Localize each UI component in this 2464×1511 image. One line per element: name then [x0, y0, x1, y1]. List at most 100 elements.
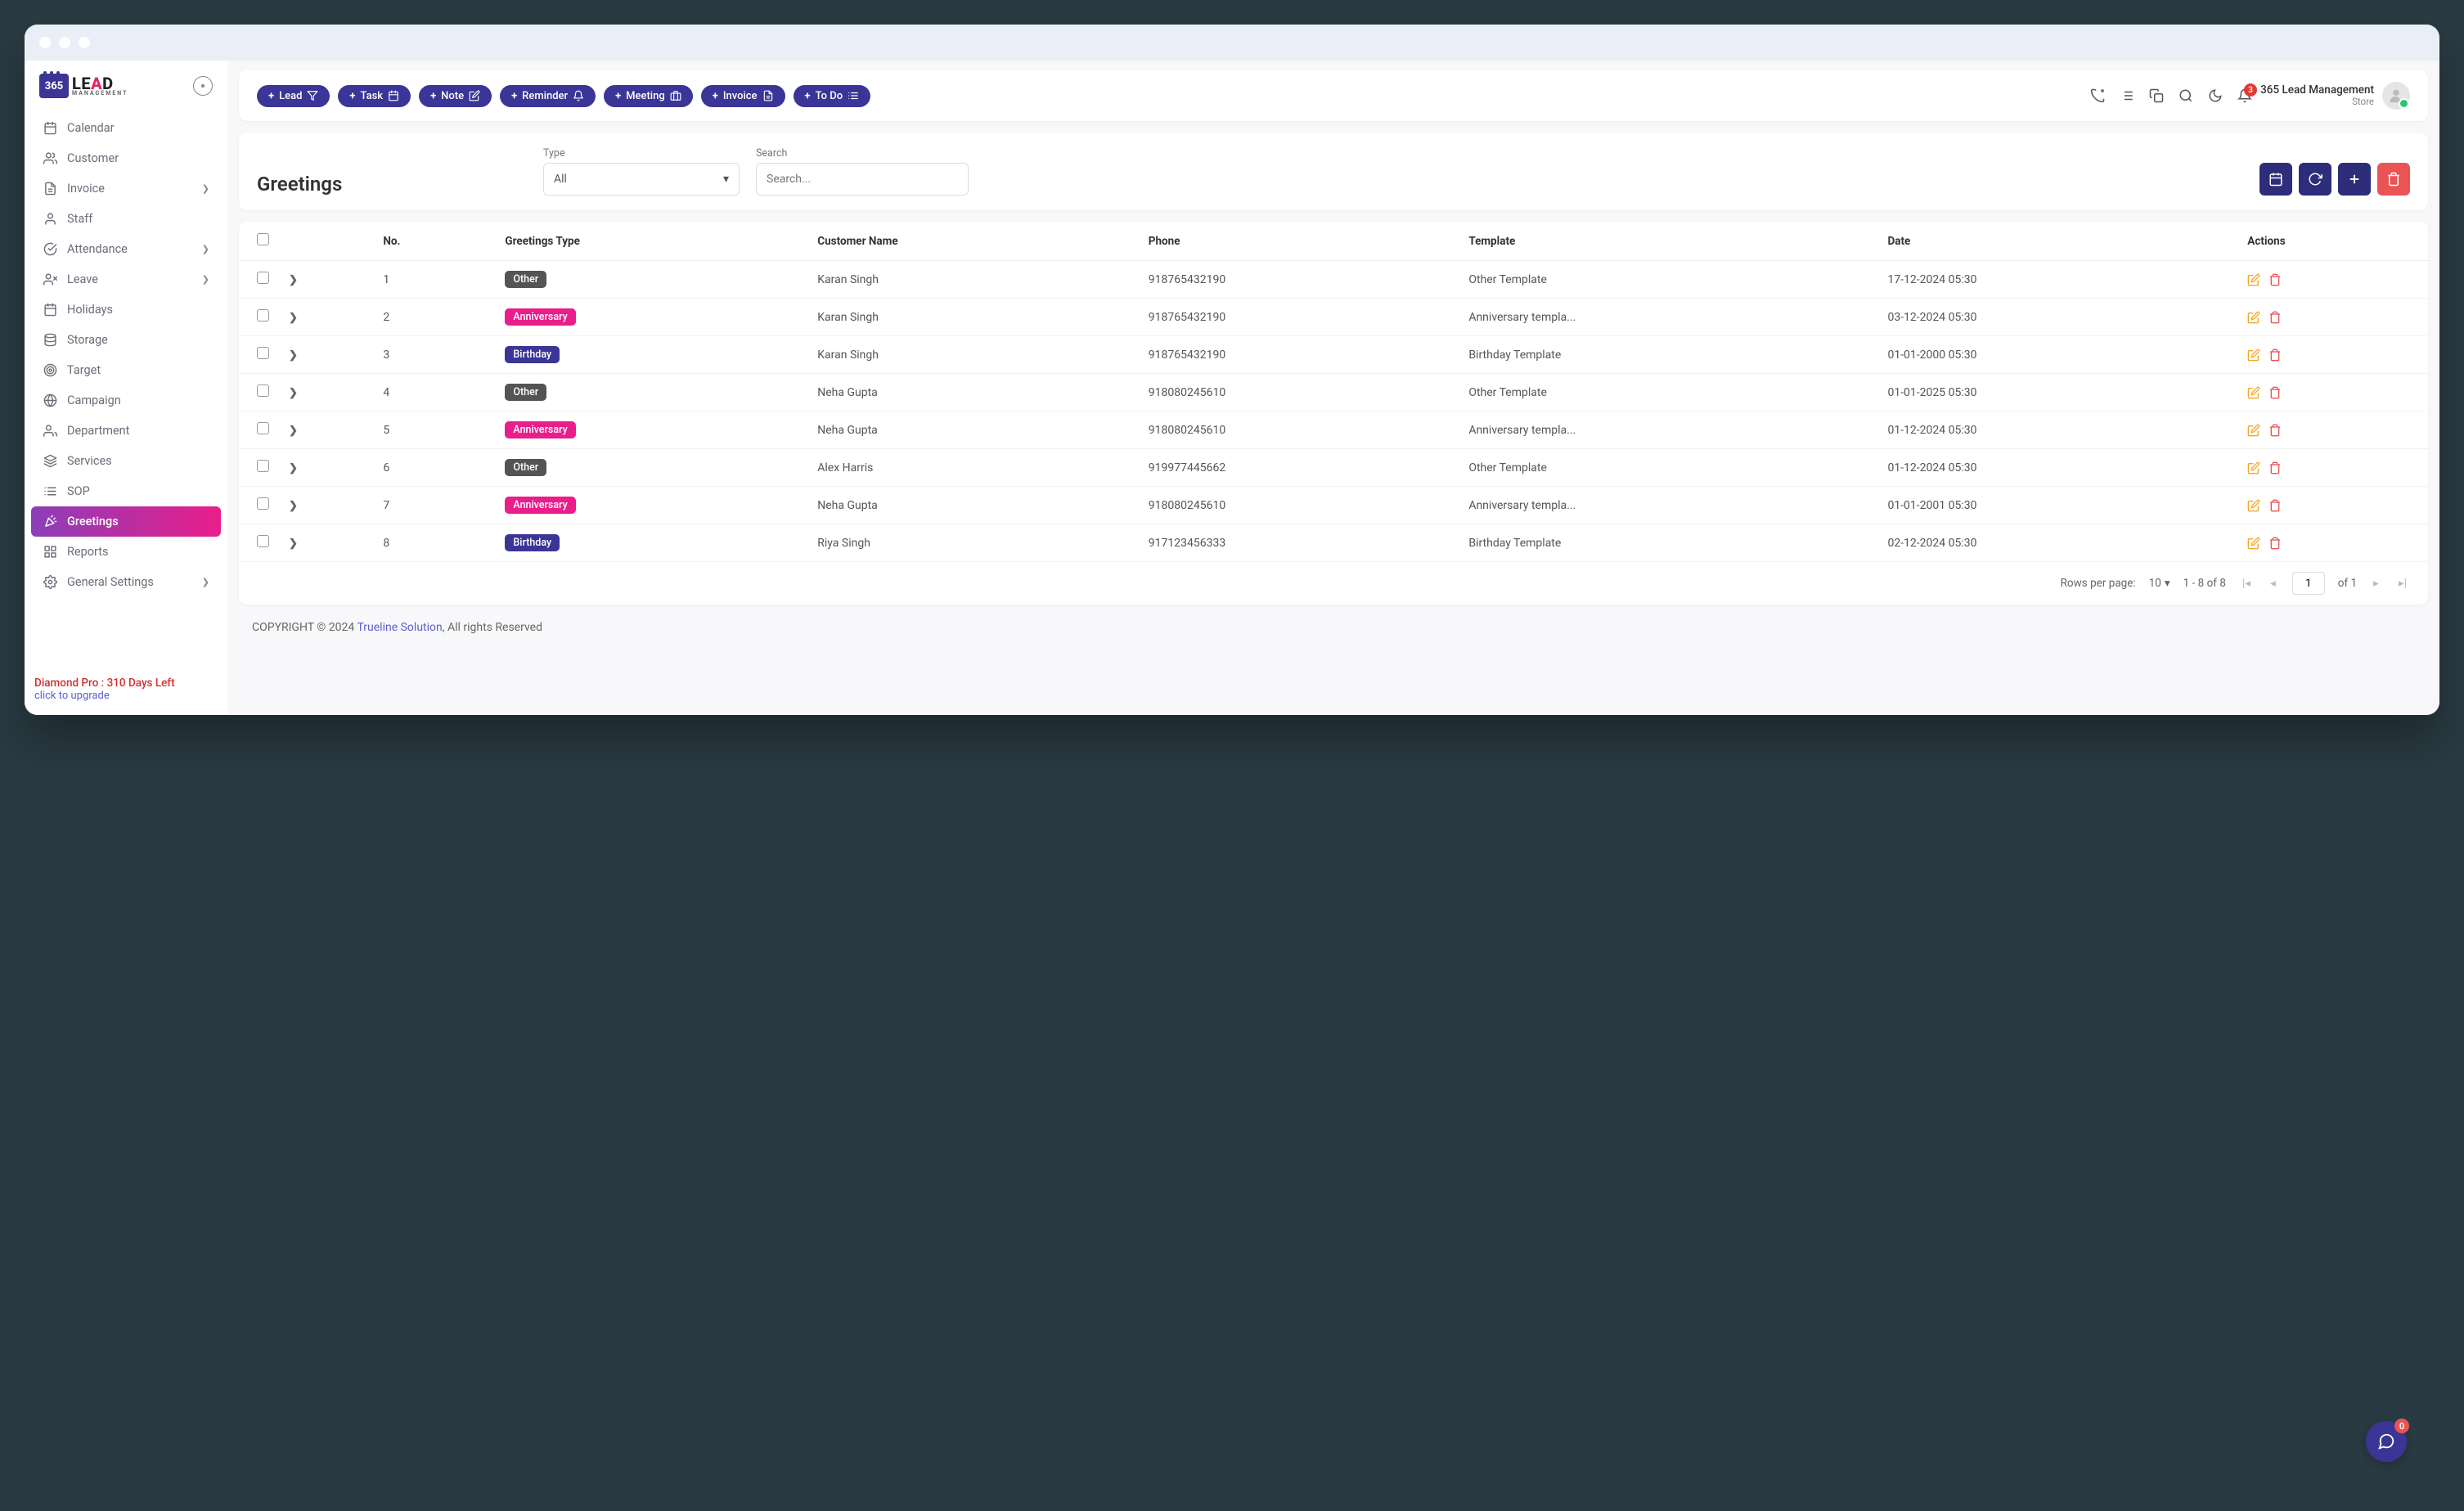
sidebar-collapse-button[interactable]	[193, 76, 213, 96]
rows-per-page-select[interactable]: 10 ▾	[2149, 577, 2170, 590]
row-checkbox[interactable]	[257, 460, 269, 472]
row-checkbox[interactable]	[257, 309, 269, 322]
date: 02-12-2024 05:30	[1877, 524, 2237, 562]
expand-row-icon[interactable]: ❯	[289, 312, 298, 324]
delete-row-button[interactable]	[2268, 461, 2282, 474]
sidebar-item-general-settings[interactable]: General Settings ❯	[31, 567, 221, 597]
sidebar-item-label: Calendar	[67, 121, 115, 135]
edit-button[interactable]	[2247, 386, 2260, 399]
sidebar-item-department[interactable]: Department	[31, 416, 221, 446]
sidebar-item-campaign[interactable]: Campaign	[31, 385, 221, 416]
refresh-button[interactable]	[2299, 163, 2331, 196]
expand-row-icon[interactable]: ❯	[289, 274, 298, 286]
calendar-button[interactable]	[2259, 163, 2292, 196]
globe-icon	[43, 393, 57, 407]
sidebar-item-staff[interactable]: Staff	[31, 204, 221, 234]
sidebar-item-calendar[interactable]: Calendar	[31, 113, 221, 143]
sidebar-item-leave[interactable]: Leave ❯	[31, 264, 221, 295]
missed-call-icon[interactable]	[2090, 88, 2105, 103]
edit-button[interactable]	[2247, 499, 2260, 512]
delete-button[interactable]	[2377, 163, 2410, 196]
sidebar-item-services[interactable]: Services	[31, 446, 221, 476]
date: 01-12-2024 05:30	[1877, 449, 2237, 487]
expand-row-icon[interactable]: ❯	[289, 462, 298, 474]
plus-icon: +	[511, 90, 517, 102]
sidebar-item-target[interactable]: Target	[31, 355, 221, 385]
sidebar-item-customer[interactable]: Customer	[31, 143, 221, 173]
page-input[interactable]	[2292, 572, 2325, 595]
search-icon[interactable]	[2178, 88, 2193, 103]
footer-link[interactable]: Trueline Solution	[357, 621, 442, 634]
user-menu[interactable]: 365 Lead Management Store	[2260, 82, 2410, 110]
edit-button[interactable]	[2247, 349, 2260, 362]
brand-logo[interactable]: 365 LEAD MANAGEMENT	[39, 74, 128, 98]
sidebar-item-reports[interactable]: Reports	[31, 537, 221, 567]
expand-row-icon[interactable]: ❯	[289, 425, 298, 437]
quick-actions: +Lead +Task +Note +Reminder +Meeting +Invoice…	[257, 85, 870, 107]
select-all-checkbox[interactable]	[257, 233, 269, 245]
expand-row-icon[interactable]: ❯	[289, 349, 298, 362]
first-page-button[interactable]: |◂	[2239, 577, 2254, 590]
funnel-icon	[307, 90, 318, 101]
delete-row-button[interactable]	[2268, 499, 2282, 512]
row-checkbox[interactable]	[257, 497, 269, 510]
edit-button[interactable]	[2247, 273, 2260, 286]
sidebar-item-storage[interactable]: Storage	[31, 325, 221, 355]
sidebar-item-sop[interactable]: SOP	[31, 476, 221, 506]
row-checkbox[interactable]	[257, 384, 269, 397]
edit-button[interactable]	[2247, 461, 2260, 474]
template: Anniversary templa...	[1459, 299, 1877, 336]
copy-icon[interactable]	[2149, 88, 2164, 103]
layers-icon	[43, 454, 57, 468]
delete-row-button[interactable]	[2268, 273, 2282, 286]
invoice-pill[interactable]: +Invoice	[701, 85, 785, 107]
last-page-button[interactable]: ▸|	[2395, 577, 2410, 590]
search-input[interactable]	[756, 163, 969, 196]
row-checkbox[interactable]	[257, 535, 269, 547]
user-icon	[43, 212, 57, 226]
sidebar-item-holidays[interactable]: Holidays	[31, 295, 221, 325]
delete-row-button[interactable]	[2268, 311, 2282, 324]
upgrade-link[interactable]: click to upgrade	[34, 690, 218, 702]
meeting-pill[interactable]: +Meeting	[604, 85, 693, 107]
type-filter-select[interactable]: All ▾	[543, 163, 740, 196]
delete-row-button[interactable]	[2268, 537, 2282, 550]
edit-button[interactable]	[2247, 537, 2260, 550]
user-role: Store	[2260, 97, 2374, 108]
sidebar-item-greetings[interactable]: Greetings	[31, 506, 221, 537]
task-pill[interactable]: +Task	[338, 85, 411, 107]
delete-row-button[interactable]	[2268, 386, 2282, 399]
delete-row-button[interactable]	[2268, 424, 2282, 437]
calendar-icon	[388, 90, 399, 101]
sidebar-item-label: Reports	[67, 545, 109, 559]
add-button[interactable]	[2338, 163, 2371, 196]
list-icon[interactable]	[2120, 88, 2134, 103]
sidebar-item-invoice[interactable]: Invoice ❯	[31, 173, 221, 204]
edit-button[interactable]	[2247, 311, 2260, 324]
notification-bell-icon[interactable]: 3	[2237, 88, 2252, 103]
chat-fab[interactable]	[2366, 1421, 2407, 1462]
delete-row-button[interactable]	[2268, 349, 2282, 362]
note-pill[interactable]: +Note	[419, 85, 492, 107]
expand-row-icon[interactable]: ❯	[289, 387, 298, 399]
avatar[interactable]	[2382, 82, 2410, 110]
row-checkbox[interactable]	[257, 347, 269, 359]
phone: 918765432190	[1139, 336, 1459, 374]
date: 01-01-2000 05:30	[1877, 336, 2237, 374]
template: Other Template	[1459, 374, 1877, 411]
row-checkbox[interactable]	[257, 422, 269, 434]
next-page-button[interactable]: ▸	[2370, 577, 2382, 590]
row-checkbox[interactable]	[257, 272, 269, 284]
window-dot[interactable]	[59, 37, 70, 48]
edit-button[interactable]	[2247, 424, 2260, 437]
window-dot[interactable]	[39, 37, 51, 48]
expand-row-icon[interactable]: ❯	[289, 537, 298, 550]
window-dot[interactable]	[79, 37, 90, 48]
to-do-pill[interactable]: +To Do	[794, 85, 871, 107]
expand-row-icon[interactable]: ❯	[289, 500, 298, 512]
dark-mode-icon[interactable]	[2208, 88, 2223, 103]
sidebar-item-attendance[interactable]: Attendance ❯	[31, 234, 221, 264]
prev-page-button[interactable]: ◂	[2267, 577, 2279, 590]
lead-pill[interactable]: +Lead	[257, 85, 330, 107]
reminder-pill[interactable]: +Reminder	[500, 85, 596, 107]
